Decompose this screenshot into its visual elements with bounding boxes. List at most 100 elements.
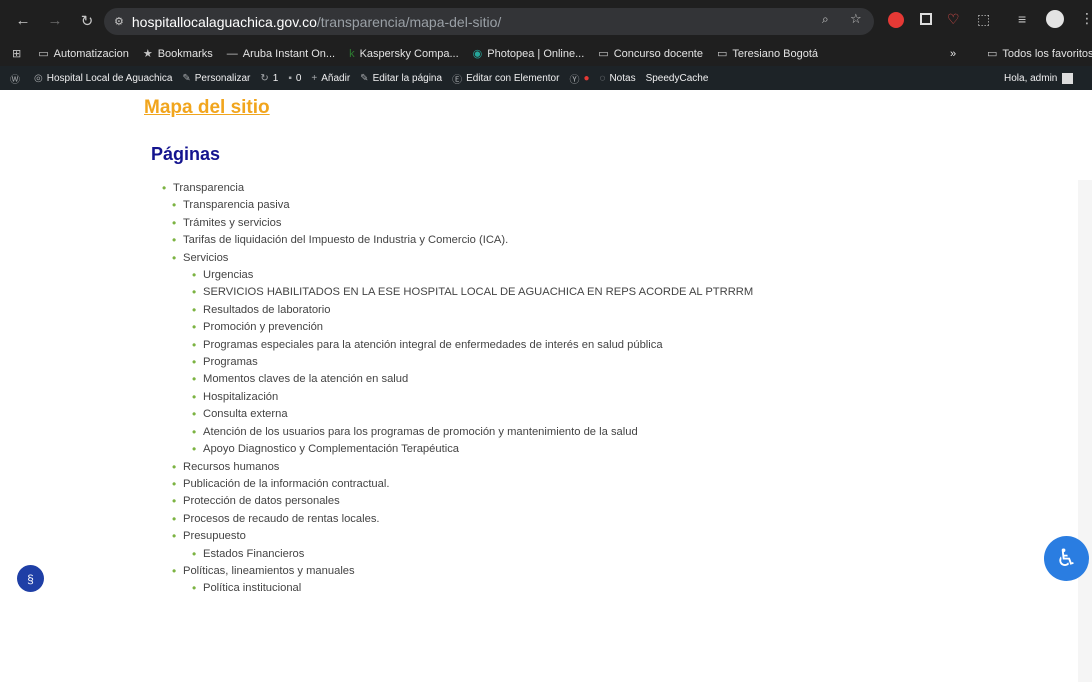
url-path: /transparencia/mapa-del-sitio/ [316,13,502,30]
speedycache-link[interactable]: SpeedyCache [646,73,709,84]
site-info-icon[interactable]: ⚙ [114,15,124,28]
folder-icon: ▭ [598,48,609,60]
sitemap-link[interactable]: Urgencias [192,267,753,285]
sitemap-link[interactable]: Presupuesto Estados Financieros [172,528,753,564]
sitemap-link[interactable]: Protección de datos personales [172,493,753,511]
kaspersky-icon: k [349,47,355,60]
sitemap-link[interactable]: Políticas, lineamientos y manuales Políti… [172,563,753,598]
sitemap-link-label: Apoyo Diagnostico y Complementación Tera… [203,443,460,456]
plus-icon: + [311,72,318,84]
bookmark-folder[interactable]: ▭ Automatizacion [38,47,129,61]
notes-icon: ◌ [599,72,606,84]
profile-avatar[interactable] [1046,10,1064,28]
sitemap-link[interactable]: Consulta externa [192,406,753,424]
photopea-icon: ◉ [472,48,483,60]
notes-link[interactable]: ◌ Notas [600,73,636,84]
comments-link[interactable]: ▪ 0 [288,73,301,84]
brush-icon: ✎ [182,72,191,84]
edit-page-link[interactable]: ✎ Editar la página [360,73,442,84]
sitemap-link[interactable]: Recursos humanos [172,459,753,477]
sitemap-link-label: Urgencias [203,269,254,282]
sitemap-link[interactable]: Política institucional [192,580,753,598]
sitemap-link-label: Políticas, lineamientos y manuales [183,564,355,577]
sitemap-link[interactable]: Publicación de la información contractua… [172,476,753,494]
sitemap-link[interactable]: Resultados de laboratorio [192,302,753,320]
updates-link[interactable]: ↻ 1 [260,73,278,84]
sitemap-link-label: Atención de los usuarios para los progra… [203,425,638,438]
pencil-icon: ✎ [360,72,369,84]
sitemap-sublist: Política institucional [192,580,753,598]
forward-icon[interactable]: → [44,10,66,32]
yoast-icon: Ⓨ [569,74,580,86]
reading-list-icon[interactable]: ≡ [1018,11,1026,27]
sitemap-link[interactable]: Procesos de recaudo de rentas locales. [172,511,753,529]
elementor-link[interactable]: Ⓔ Editar con Elementor [452,71,559,86]
folder-icon: ▭ [987,48,998,60]
star-icon: ★ [142,48,153,60]
sitemap-link[interactable]: Tarifas de liquidación del Impuesto de I… [172,232,753,250]
pocket-icon[interactable]: ♡ [947,11,960,28]
yoast-link[interactable]: Ⓨ ● [569,71,589,86]
zoom-icon[interactable]: ⌕ [822,12,829,27]
site-name-link[interactable]: ◎ Hospital Local de Aguachica [34,73,172,84]
sitemap-link[interactable]: Atención de los usuarios para los progra… [192,424,753,442]
sitemap-sublist: Urgencias SERVICIOS HABILITADOS EN LA ESE… [192,267,753,459]
extensions-puzzle-icon[interactable]: ⬚ [977,11,990,28]
accessibility-icon[interactable]: ♿ [1044,536,1089,581]
sitemap-link[interactable]: Promoción y prevención [192,319,753,337]
sitemap-link-label: Publicación de la información contractua… [183,477,390,490]
all-bookmarks-folder[interactable]: ▭ Todos los favoritos [987,47,1092,61]
sitemap-link[interactable]: Programas [192,354,753,372]
page-title[interactable]: Mapa del sitio [144,97,270,119]
sitemap-link[interactable]: Transparencia pasiva [172,197,753,215]
elementor-icon: Ⓔ [452,74,463,86]
customize-link[interactable]: ✎ Personalizar [182,73,250,84]
sitemap-link[interactable]: Hospitalización [192,389,753,407]
sitemap-link[interactable]: Programas especiales para la atención in… [192,337,753,355]
wordpress-logo-icon[interactable]: Ⓦ [10,71,24,86]
sitemap-link[interactable]: Transparencia Transparencia pasiva Trámite… [162,180,753,598]
bookmarks-bar: ⊞ ▭ Automatizacion ★ Bookmarks — Aruba Inst… [0,41,1092,66]
sitemap-link[interactable]: Momentos claves de la atención en salud [192,371,753,389]
new-content-link[interactable]: + Añadir [311,73,350,84]
sitemap-link[interactable]: Apoyo Diagnostico y Complementación Tera… [192,441,753,459]
adblock-icon[interactable] [888,12,904,28]
sitemap-sublist: Transparencia pasiva Trámites y servicios… [172,197,753,598]
reload-icon[interactable]: ↻ [76,10,98,32]
bookmark-folder[interactable]: ▭ Teresiano Bogotá [717,47,818,61]
sitemap-link[interactable]: Servicios Urgencias SERVICIOS HABILITADOS … [172,250,753,459]
bookmark-item[interactable]: — Aruba Instant On... [227,48,335,60]
bookmark-folder[interactable]: ▭ Concurso docente [598,47,703,61]
sitemap-link[interactable]: SERVICIOS HABILITADOS EN LA ESE HOSPITAL… [192,284,753,302]
side-widget-button[interactable]: § [17,565,44,592]
sitemap-link-label: Promoción y prevención [203,321,324,334]
bookmark-item[interactable]: ★ Bookmarks [142,47,213,61]
sitemap-link-label: Programas especiales para la atención in… [203,338,663,351]
more-bookmarks-icon[interactable]: » [950,48,956,60]
wp-admin-bar: Ⓦ ◎ Hospital Local de Aguachica ✎ Personal… [0,66,1092,90]
sitemap-link-label: Procesos de recaudo de rentas locales. [183,512,380,525]
account-link[interactable]: Hola, admin [1004,72,1074,84]
page-content: Mapa del sitio Páginas TransparenciaTran… [0,90,1092,682]
bookmark-star-icon[interactable]: ☆ [850,11,862,27]
admin-avatar [1062,72,1074,84]
sitemap-link-label: Protección de datos personales [183,495,340,508]
menu-kebab-icon[interactable]: ⋮ [1080,10,1092,27]
bookmark-item[interactable]: k Kaspersky Compa... [349,48,459,60]
address-bar[interactable]: ⚙ hospitallocalaguachica.gov.co/transpar… [104,8,874,35]
sitemap-link-label: Programas [203,356,258,369]
scrollbar-track[interactable] [1078,180,1092,682]
url-host: hospitallocalaguachica.gov.co [131,13,317,30]
sitemap-link-label: Trámites y servicios [183,216,282,229]
sitemap-link[interactable]: Trámites y servicios [172,215,753,233]
sitemap-link[interactable]: Estados Financieros [192,546,753,564]
apps-icon[interactable]: ⊞ [12,47,26,60]
sitemap-link-label: Servicios [183,251,229,264]
extension-icon[interactable] [920,13,932,25]
sitemap-link-label: Política institucional [203,582,302,595]
sitemap-link-label: Momentos claves de la atención en salud [203,373,409,386]
bookmark-item[interactable]: ◉ Photopea | Online... [472,47,585,61]
sitemap-link-label: Transparencia pasiva [183,199,290,212]
back-icon[interactable]: ← [12,10,34,32]
comment-icon: ▪ [288,72,292,84]
